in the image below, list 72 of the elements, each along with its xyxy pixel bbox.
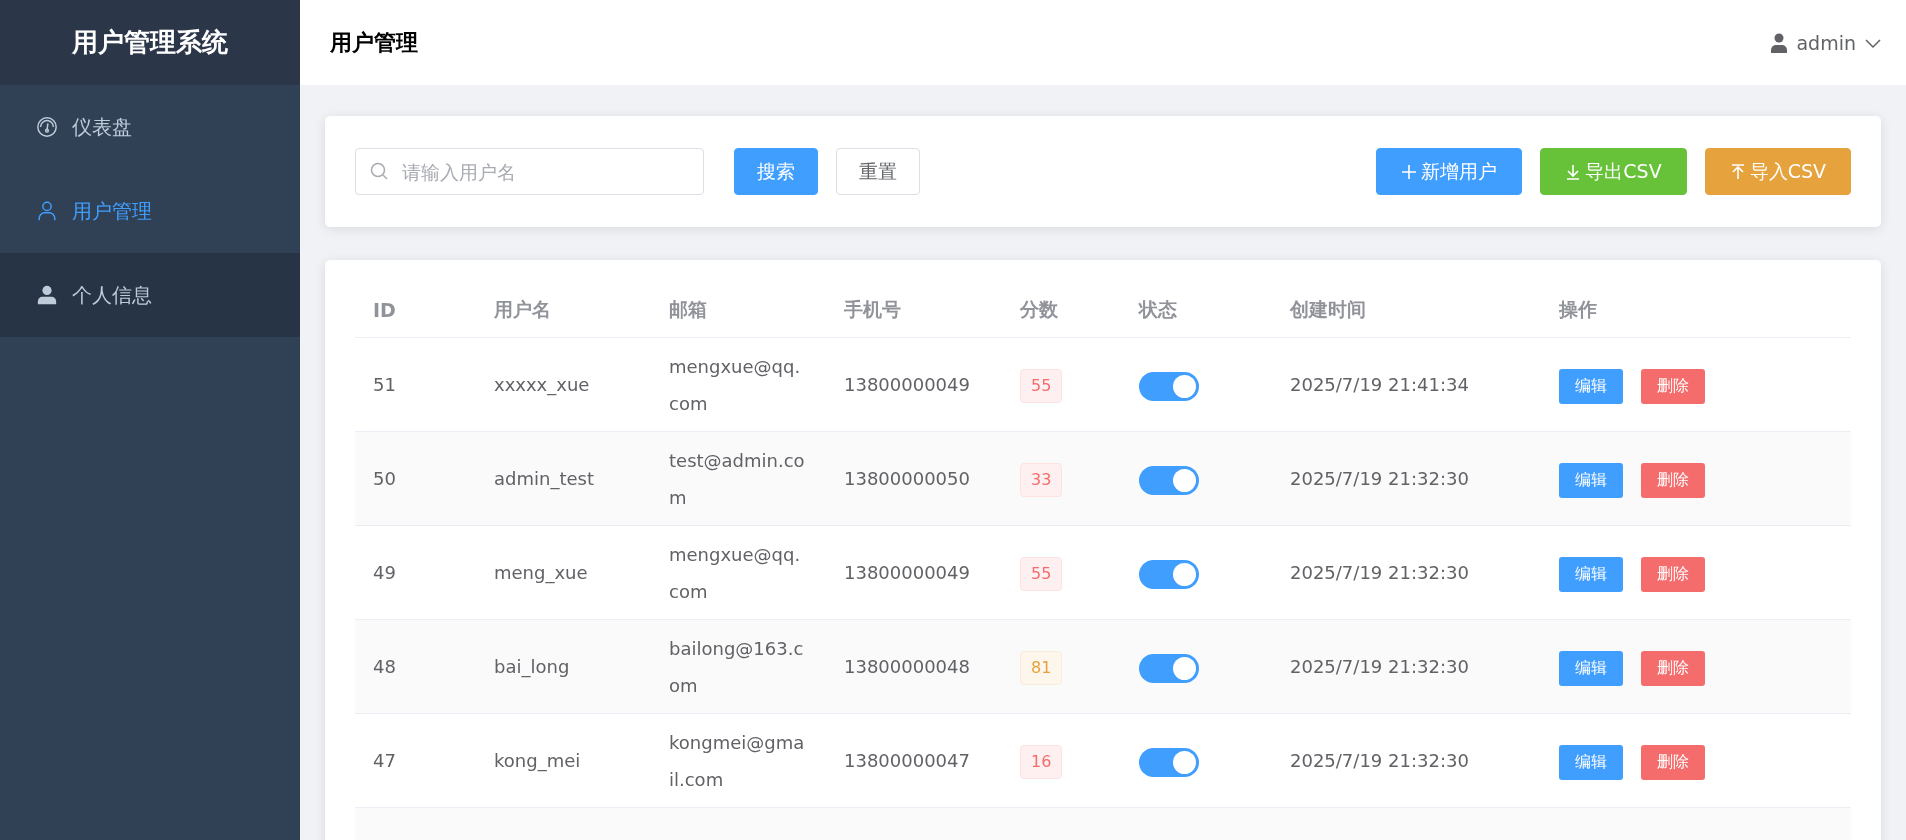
table-cell: kong_mei [476,713,651,808]
download-icon [1565,162,1582,181]
score-tag: 33 [1020,463,1063,497]
table-cell: bai_long [476,619,651,714]
column-header: 邮箱 [651,282,826,338]
table-cell: 2025/7/19 21:32:30 [1272,431,1541,526]
column-header: 用户名 [476,282,651,338]
gauge-icon [36,116,58,138]
user-icon [1770,32,1789,53]
table-cell: mengxue@qq.com [651,337,826,432]
table-cell: meng_xue [476,525,651,620]
table-cell: xxxxx_xue [476,337,651,432]
column-header: 状态 [1121,282,1272,338]
delete-button[interactable]: 删除 [1641,462,1705,498]
edit-button[interactable]: 编辑 [1559,650,1623,686]
status-switch[interactable] [1139,559,1199,589]
chevron-down-icon [1864,36,1882,49]
table-cell: 2025/7/19 21:32:30 [1272,619,1541,714]
score-tag: 81 [1020,651,1063,685]
table-cell: 51 [355,337,476,432]
table-cell: admin_test [476,431,651,526]
delete-button[interactable]: 删除 [1641,368,1705,404]
user-icon [36,200,58,222]
search-icon [370,162,388,180]
score-tag: 16 [1020,745,1063,779]
score-tag: 55 [1020,557,1063,591]
column-header: 手机号 [826,282,1002,338]
table-cell: 2025/7/19 21:32:30 [1272,713,1541,808]
table-cell: 49 [355,525,476,620]
table-cell: 48 [355,619,476,714]
column-header: 分数 [1002,282,1121,338]
edit-button[interactable]: 编辑 [1559,462,1623,498]
status-switch[interactable] [1139,747,1199,777]
score-tag: 55 [1020,369,1063,403]
status-switch[interactable] [1139,371,1199,401]
table-cell: mengxue@qq.com [651,525,826,620]
app-title: 用户管理系统 [0,0,300,85]
edit-button[interactable]: 编辑 [1559,368,1623,404]
delete-button[interactable]: 删除 [1641,650,1705,686]
user-icon [36,284,58,306]
table-cell: 13800000049 [826,525,1002,620]
table-cell: 13800000050 [826,431,1002,526]
table-cell: test@admin.com [651,431,826,526]
page-title: 用户管理 [330,28,418,57]
edit-button[interactable]: 编辑 [1559,744,1623,780]
search-button[interactable]: 搜索 [734,148,818,195]
table-cell: 2025/7/19 21:32:30 [1272,525,1541,620]
column-header: 创建时间 [1272,282,1541,338]
table-cell: 13800000048 [826,619,1002,714]
plus-icon [1401,162,1418,181]
delete-button[interactable]: 删除 [1641,744,1705,780]
table-cell: 47 [355,713,476,808]
search-field[interactable]: 请输入用户名 [355,148,704,195]
reset-button[interactable]: 重置 [836,148,920,195]
upload-icon [1729,162,1746,181]
table-cell: 13800000049 [826,337,1002,432]
table-cell: 50 [355,431,476,526]
delete-button[interactable]: 删除 [1641,556,1705,592]
import-button[interactable]: 导入CSV [1704,148,1851,195]
column-header: ID [355,282,476,338]
add-button[interactable]: 新增用户 [1376,148,1523,195]
table-cell: 13800000047 [826,713,1002,808]
status-switch[interactable] [1139,653,1199,683]
user-menu[interactable]: admin [1770,31,1882,54]
table-cell: kongmei@gmail.com [651,713,826,808]
edit-button[interactable]: 编辑 [1559,556,1623,592]
export-button[interactable]: 导出CSV [1540,148,1687,195]
table-cell: bailong@163.com [651,619,826,714]
sidebar-item[interactable]: 个人信息 [0,253,300,337]
status-switch[interactable] [1139,465,1199,495]
table-cell: 2025/7/19 21:41:34 [1272,337,1541,432]
column-header: 操作 [1541,282,1851,338]
